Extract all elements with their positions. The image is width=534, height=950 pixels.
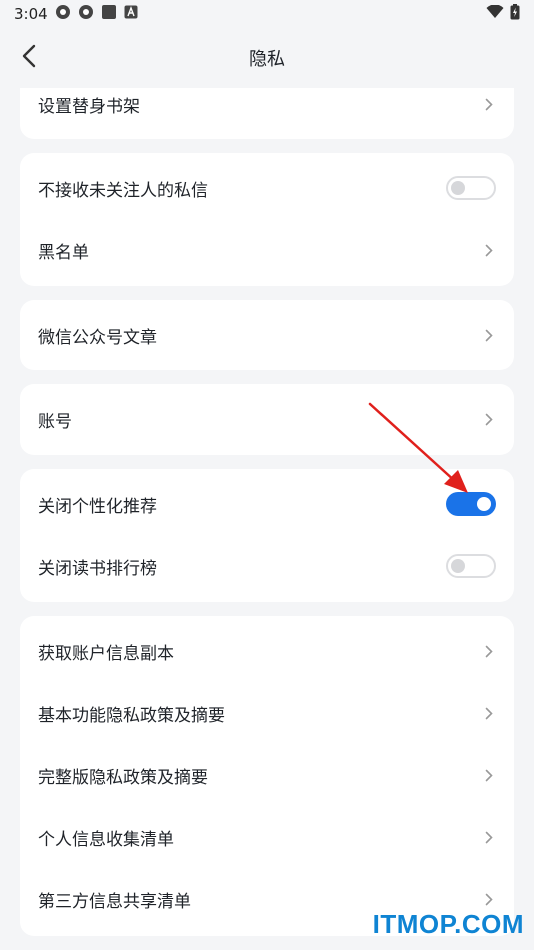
- row-personal-info-list[interactable]: 个人信息收集清单: [20, 806, 514, 868]
- chevron-right-icon: [482, 97, 496, 111]
- row-label: 完整版隐私政策及摘要: [38, 767, 208, 788]
- toggle-switch[interactable]: [446, 176, 496, 200]
- chevron-right-icon: [482, 768, 496, 782]
- row-label: 基本功能隐私政策及摘要: [38, 705, 225, 726]
- square-icon: [101, 4, 117, 24]
- chevron-right-icon: [482, 243, 496, 257]
- row-label: 第三方信息共享清单: [38, 891, 191, 912]
- messages-card: 不接收未关注人的私信 黑名单: [20, 153, 514, 286]
- privacy-docs-card: 获取账户信息副本 基本功能隐私政策及摘要 完整版隐私政策及摘要 个人信息收集清单…: [20, 616, 514, 936]
- row-label: 获取账户信息副本: [38, 643, 174, 664]
- row-label: 黑名单: [38, 242, 89, 263]
- row-label: 设置替身书架: [38, 96, 140, 117]
- wechat-card: 微信公众号文章: [20, 300, 514, 370]
- chevron-right-icon: [482, 412, 496, 426]
- row-label: 不接收未关注人的私信: [38, 180, 208, 201]
- chevron-right-icon: [482, 644, 496, 658]
- row-label: 微信公众号文章: [38, 327, 157, 348]
- row-wechat-articles[interactable]: 微信公众号文章: [20, 304, 514, 366]
- row-label: 账号: [38, 411, 72, 432]
- header: 隐私: [0, 28, 534, 88]
- toggle-switch[interactable]: [446, 554, 496, 578]
- annotation-arrow-icon: [368, 402, 468, 493]
- row-blacklist[interactable]: 黑名单: [20, 219, 514, 281]
- chevron-right-icon: [482, 328, 496, 342]
- app-icon: [55, 4, 71, 24]
- row-block-stranger-messages[interactable]: 不接收未关注人的私信: [20, 157, 514, 219]
- row-label: 关闭读书排行榜: [38, 558, 157, 579]
- row-avatar-shelf[interactable]: 设置替身书架: [20, 88, 514, 135]
- page-title: 隐私: [249, 49, 285, 70]
- app-icon: [78, 4, 94, 24]
- row-label: 关闭个性化推荐: [38, 496, 157, 517]
- row-account-info-copy[interactable]: 获取账户信息副本: [20, 620, 514, 682]
- settings-card: 设置替身书架: [20, 88, 514, 139]
- chevron-right-icon: [482, 830, 496, 844]
- battery-icon: [510, 4, 520, 24]
- chevron-right-icon: [482, 892, 496, 906]
- wifi-icon: [486, 4, 504, 23]
- row-full-privacy-policy[interactable]: 完整版隐私政策及摘要: [20, 744, 514, 806]
- status-bar: 3:04: [0, 0, 534, 28]
- row-basic-privacy-policy[interactable]: 基本功能隐私政策及摘要: [20, 682, 514, 744]
- row-label: 个人信息收集清单: [38, 829, 174, 850]
- chevron-right-icon: [482, 706, 496, 720]
- status-time: 3:04: [14, 5, 48, 23]
- watermark: ITMOP.COM: [372, 909, 524, 939]
- row-disable-reading-ranking[interactable]: 关闭读书排行榜: [20, 535, 514, 597]
- back-button[interactable]: [14, 42, 44, 74]
- a-box-icon: [124, 5, 138, 23]
- chevron-left-icon: [21, 44, 37, 72]
